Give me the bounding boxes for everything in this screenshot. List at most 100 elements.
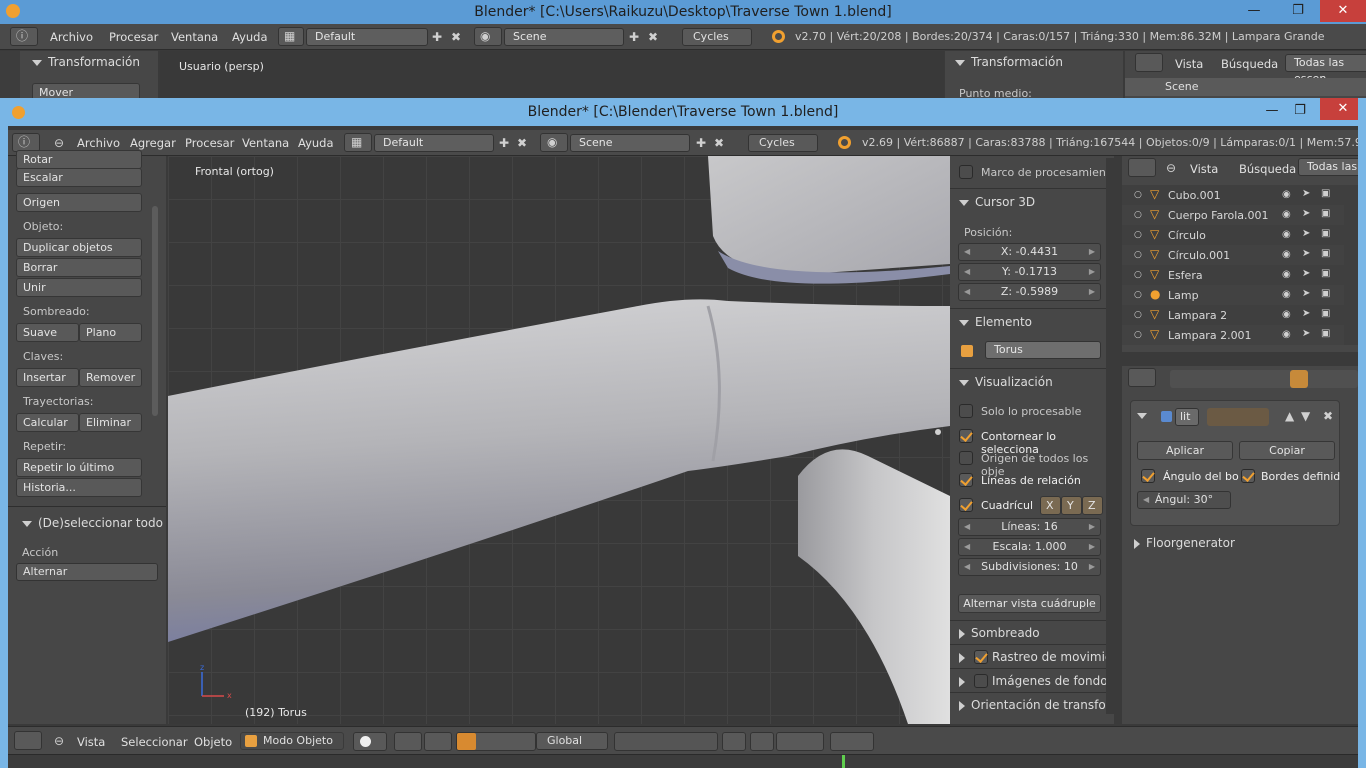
- scene-selector-button[interactable]: ◉: [474, 27, 502, 46]
- outliner-filter-select[interactable]: Todas las es: [1298, 158, 1358, 176]
- add-layout-icon[interactable]: ✚: [432, 30, 442, 44]
- interaction-mode-select[interactable]: Modo Objeto: [240, 732, 344, 750]
- outliner-vista-menu[interactable]: Vista: [1190, 162, 1218, 176]
- outline-selected-checkbox[interactable]: [959, 429, 973, 443]
- outliner-item-name[interactable]: Esfera: [1168, 269, 1203, 282]
- grid-lines-field[interactable]: ◀ Líneas: 16 ▶: [958, 518, 1101, 536]
- repeat-last-button[interactable]: Repetir lo último: [16, 458, 142, 477]
- history-button[interactable]: Historia...: [16, 478, 142, 497]
- grid-floor-checkbox[interactable]: [959, 498, 973, 512]
- modifier-name-field[interactable]: lit: [1175, 408, 1199, 426]
- remove-modifier-icon[interactable]: ✖: [1323, 409, 1333, 423]
- manipulator-toggle[interactable]: [424, 732, 452, 751]
- collapse-menu-icon[interactable]: ⊖: [54, 136, 64, 150]
- selectable-cursor-icon[interactable]: ➤: [1302, 307, 1310, 321]
- outer-tools-tab[interactable]: [0, 51, 20, 98]
- renderable-camera-icon[interactable]: ▣: [1321, 267, 1330, 281]
- rotate-button[interactable]: Rotar: [16, 150, 142, 169]
- outliner-row[interactable]: ○ ▽ Lampara 2 ◉ ➤ ▣: [1122, 305, 1344, 325]
- remove-key-button[interactable]: Remover: [79, 368, 142, 387]
- renderable-camera-icon[interactable]: ▣: [1321, 287, 1330, 301]
- renderable-camera-icon[interactable]: ▣: [1321, 307, 1330, 321]
- remove-layout-icon[interactable]: ✖: [517, 136, 527, 150]
- footer-seleccionar-menu[interactable]: Seleccionar: [121, 735, 188, 749]
- move-down-icon[interactable]: ▼: [1301, 409, 1310, 423]
- remove-layout-icon[interactable]: ✖: [451, 30, 461, 44]
- restore-button[interactable]: ❐: [1278, 0, 1318, 22]
- visibility-eye-icon[interactable]: ◉: [1282, 308, 1291, 322]
- cursor-y-field[interactable]: ◀ Y: -0.1713 ▶: [958, 263, 1101, 281]
- menu-ayuda[interactable]: Ayuda: [298, 136, 334, 150]
- visibility-eye-icon[interactable]: ◉: [1282, 328, 1291, 342]
- duplicate-button[interactable]: Duplicar objetos: [16, 238, 142, 257]
- background-images-header[interactable]: [959, 674, 971, 688]
- selectable-cursor-icon[interactable]: ➤: [1302, 247, 1310, 261]
- object-name-field[interactable]: Torus: [985, 341, 1101, 359]
- grid-axis-x-toggle[interactable]: X: [1040, 496, 1061, 515]
- outer-move-button[interactable]: Mover: [32, 83, 140, 98]
- selectable-cursor-icon[interactable]: ➤: [1302, 287, 1310, 301]
- modifier-visibility-toggles[interactable]: [1207, 408, 1269, 426]
- expand-icon[interactable]: ○: [1134, 288, 1142, 302]
- translate-manipulator-icon[interactable]: [457, 733, 476, 750]
- viewport-shading-select[interactable]: [353, 732, 387, 751]
- outliner-row[interactable]: ○ ▽ Esfera ◉ ➤ ▣: [1122, 265, 1344, 285]
- outliner-filter-select[interactable]: Todas las escen: [1285, 54, 1366, 85]
- deselect-all-header[interactable]: (De)seleccionar todo: [22, 516, 163, 530]
- expand-icon[interactable]: ○: [1134, 328, 1142, 342]
- shading-header[interactable]: Sombreado: [959, 626, 1040, 640]
- render-border-checkbox[interactable]: [959, 165, 973, 179]
- expand-icon[interactable]: ○: [1134, 308, 1142, 322]
- scale-button[interactable]: Escalar: [16, 168, 142, 187]
- outliner-row[interactable]: ○ ▽ Cubo.001 ◉ ➤ ▣: [1122, 185, 1344, 205]
- footer-vista-menu[interactable]: Vista: [77, 735, 105, 749]
- menu-ventana[interactable]: Ventana: [242, 136, 289, 150]
- renderable-camera-icon[interactable]: ▣: [1321, 207, 1330, 221]
- remove-scene-icon[interactable]: ✖: [714, 136, 724, 150]
- collapse-menu-icon[interactable]: ⊖: [54, 734, 64, 748]
- clear-path-button[interactable]: Eliminar: [79, 413, 142, 432]
- layout-selector-button[interactable]: ▦: [278, 27, 304, 46]
- calculate-path-button[interactable]: Calcular: [16, 413, 79, 432]
- outer-props-transform-header[interactable]: Transformación: [955, 55, 1063, 69]
- visibility-eye-icon[interactable]: ◉: [1282, 288, 1291, 302]
- expand-icon[interactable]: ○: [1134, 188, 1142, 202]
- menu-archivo[interactable]: Archivo: [50, 30, 93, 44]
- split-angle-field[interactable]: ◀ Ángul: 30°: [1137, 491, 1231, 509]
- editor-type-button[interactable]: [14, 731, 42, 750]
- delete-button[interactable]: Borrar: [16, 258, 142, 277]
- action-select[interactable]: Alternar: [16, 563, 158, 581]
- copy-button[interactable]: Copiar: [1239, 441, 1335, 460]
- selectable-cursor-icon[interactable]: ➤: [1302, 207, 1310, 221]
- selectable-cursor-icon[interactable]: ➤: [1302, 227, 1310, 241]
- tool-shelf-scrollbar[interactable]: [152, 206, 158, 416]
- expand-icon[interactable]: ○: [1134, 268, 1142, 282]
- visibility-eye-icon[interactable]: ◉: [1282, 228, 1291, 242]
- snap-button[interactable]: [776, 732, 824, 751]
- motion-tracking-header[interactable]: [959, 650, 971, 664]
- transform-orientation-select[interactable]: Global: [536, 732, 608, 750]
- relationship-lines-checkbox[interactable]: [959, 473, 973, 487]
- render-engine-select[interactable]: Cycles: [682, 28, 752, 46]
- only-render-checkbox[interactable]: [959, 404, 973, 418]
- sharp-edges-checkbox[interactable]: [1241, 469, 1255, 483]
- renderable-camera-icon[interactable]: ▣: [1321, 327, 1330, 341]
- menu-agregar[interactable]: Agregar: [130, 136, 176, 150]
- inner-scene-button[interactable]: ◉: [540, 133, 568, 152]
- menu-ayuda[interactable]: Ayuda: [232, 30, 268, 44]
- outliner-busqueda-menu[interactable]: Búsqueda: [1239, 162, 1296, 176]
- cursor-3d-header[interactable]: Cursor 3D: [959, 195, 1035, 209]
- outliner-busqueda-menu[interactable]: Búsqueda: [1221, 57, 1278, 71]
- visibility-eye-icon[interactable]: ◉: [1282, 188, 1291, 202]
- grid-scale-field[interactable]: ◀ Escala: 1.000 ▶: [958, 538, 1101, 556]
- transform-orientation-header[interactable]: Orientación de transform: [959, 698, 1114, 712]
- outliner-editor-button[interactable]: [1135, 53, 1163, 72]
- grid-axis-y-toggle[interactable]: Y: [1061, 496, 1082, 515]
- flat-button[interactable]: Plano: [79, 323, 142, 342]
- outliner-vista-menu[interactable]: Vista: [1175, 57, 1203, 71]
- renderable-camera-icon[interactable]: ▣: [1321, 247, 1330, 261]
- origin-button[interactable]: Origen: [16, 193, 142, 212]
- renderable-camera-icon[interactable]: ▣: [1321, 227, 1330, 241]
- expand-icon[interactable]: ○: [1134, 208, 1142, 222]
- all-origins-checkbox[interactable]: [959, 451, 973, 465]
